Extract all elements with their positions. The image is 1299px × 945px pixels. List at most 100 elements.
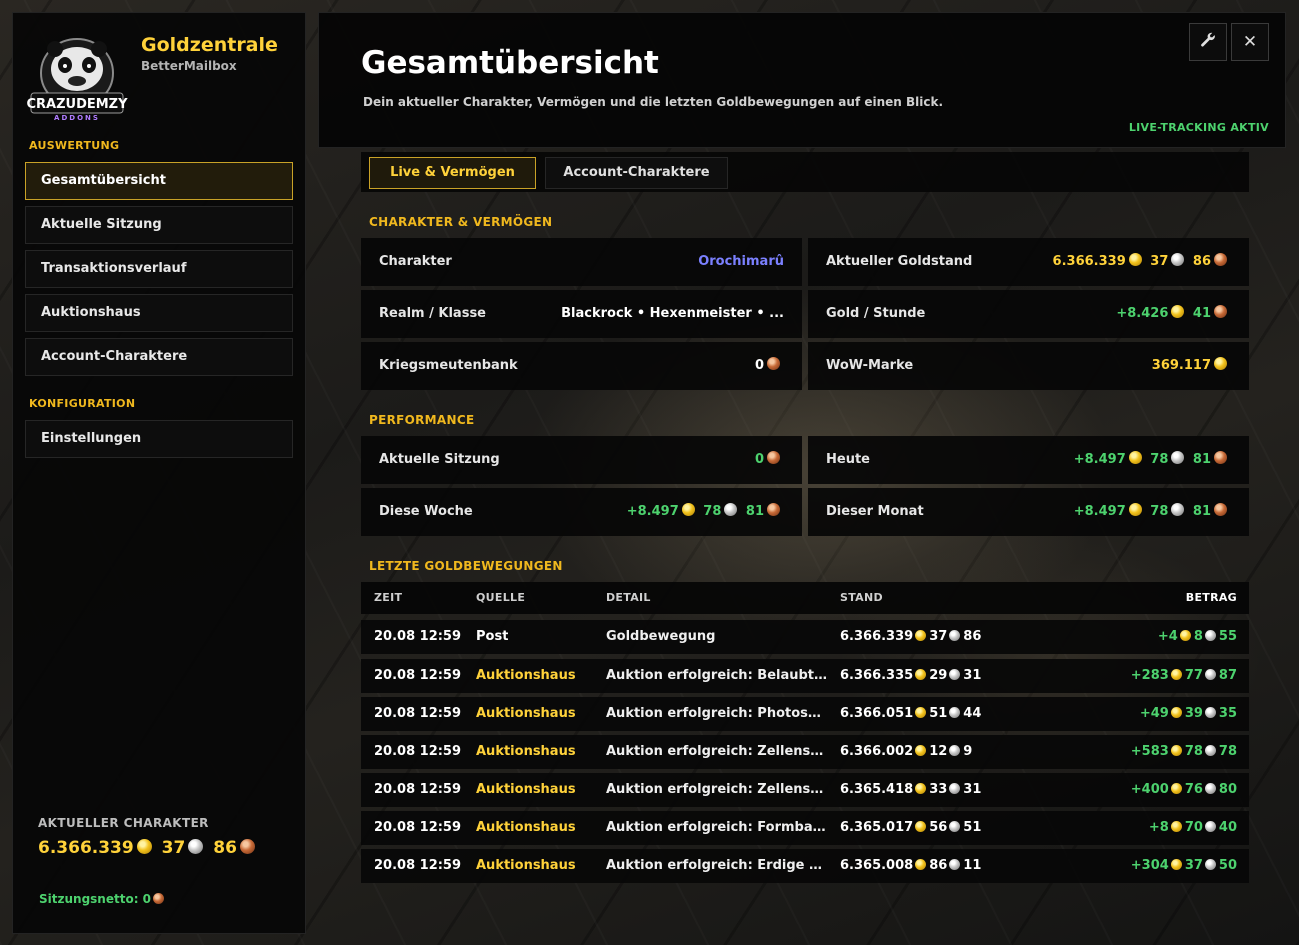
amount-silver: 77 <box>1184 668 1203 683</box>
character-cell: Charakter Orochimarû <box>361 238 802 286</box>
amount-gold: +4 <box>1157 629 1178 644</box>
row-detail: Auktion erfolgreich: Zellenscheibe... <box>606 782 828 797</box>
stand-gold: 6.365.017 <box>840 820 914 835</box>
table-row[interactable]: 20.08 12:59 Auktionshaus Auktion erfolgrei… <box>361 697 1249 731</box>
sidebar-item-transaktionsverlauf[interactable]: Transaktionsverlauf <box>25 250 293 288</box>
week-silver: 78 <box>703 504 722 519</box>
table-row[interactable]: 20.08 12:59 Auktionshaus Auktion erfolgrei… <box>361 811 1249 845</box>
sidebar: CRAZUDEMZY ADDONS Goldzentrale BetterMai… <box>12 12 306 934</box>
row-source: Post <box>476 629 509 644</box>
app-subtitle: BetterMailbox <box>141 59 237 73</box>
copper-coin-icon <box>153 893 165 904</box>
column-header-source[interactable]: QUELLE <box>476 582 525 614</box>
silver-coin-icon <box>949 821 961 832</box>
table-row[interactable]: 20.08 12:59 Post Goldbewegung 6.366.339 37 86… <box>361 620 1249 654</box>
settings-button[interactable] <box>1189 23 1227 61</box>
page-title: Gesamtübersicht <box>361 45 659 81</box>
row-time: 20.08 12:59 <box>374 820 462 835</box>
row-stand: 6.365.418 33 31 <box>840 773 981 807</box>
goldstand-gold: 6.366.339 <box>1052 254 1126 269</box>
table-row[interactable]: 20.08 12:59 Auktionshaus Auktion erfolgrei… <box>361 659 1249 693</box>
table-row[interactable]: 20.08 12:59 Auktionshaus Auktion erfolgrei… <box>361 735 1249 769</box>
column-header-time[interactable]: ZEIT <box>374 582 402 614</box>
sidebar-item-aktuelle-sitzung[interactable]: Aktuelle Sitzung <box>25 206 293 244</box>
current-character-money: 6.366.339 37 86 <box>38 838 259 858</box>
page-header: Gesamtübersicht Dein aktueller Charakter… <box>318 12 1286 148</box>
silver-coin-icon <box>1204 630 1216 641</box>
silver-coin-icon <box>1204 745 1216 756</box>
tab-bar: Live & Vermögen Account-Charaktere <box>361 152 1249 192</box>
section-title-transactions: LETZTE GOLDBEWEGUNGEN <box>369 559 563 573</box>
character-label: Charakter <box>379 254 452 269</box>
sidebar-item-auktionshaus[interactable]: Auktionshaus <box>25 294 293 332</box>
sidebar-item-gesamtuebersicht[interactable]: Gesamtübersicht <box>25 162 293 200</box>
silver-coin-icon <box>1204 669 1216 680</box>
logo-text: CRAZUDEMZY <box>27 97 128 112</box>
stand-silver: 86 <box>929 858 948 873</box>
gold-coin-icon <box>1214 357 1227 370</box>
row-source: Auktionshaus <box>476 820 576 835</box>
silver-coin-icon <box>188 839 204 854</box>
tab-live-vermoegen[interactable]: Live & Vermögen <box>369 157 536 189</box>
session-cell: Aktuelle Sitzung 0 <box>361 436 802 484</box>
today-label: Heute <box>826 452 870 467</box>
table-row[interactable]: 20.08 12:59 Auktionshaus Auktion erfolgrei… <box>361 849 1249 883</box>
amount-silver: 37 <box>1184 858 1203 873</box>
section-title-character: CHARAKTER & VERMÖGEN <box>369 215 553 229</box>
gold-coin-icon <box>1170 821 1182 832</box>
month-label: Dieser Monat <box>826 504 924 519</box>
week-copper: 81 <box>745 504 764 519</box>
character-wealth-grid: Charakter Orochimarû Aktueller Goldstand… <box>361 238 1249 390</box>
logo-subtext: ADDONS <box>54 114 100 122</box>
row-amount: +283 77 87 <box>1131 659 1237 693</box>
sidebar-item-account-charaktere[interactable]: Account-Charaktere <box>25 338 293 376</box>
close-button[interactable]: ✕ <box>1231 23 1269 61</box>
stand-gold: 6.365.008 <box>840 858 914 873</box>
row-source: Auktionshaus <box>476 858 576 873</box>
today-cell: Heute +8.497 78 81 <box>808 436 1249 484</box>
realm-cell: Realm / Klasse Blackrock • Hexenmeister … <box>361 290 802 338</box>
gold-coin-icon <box>1170 745 1182 756</box>
row-amount: +304 37 50 <box>1131 849 1237 883</box>
wow-token-value: 369.117 <box>1152 342 1231 390</box>
row-time: 20.08 12:59 <box>374 629 462 644</box>
row-source: Auktionshaus <box>476 668 576 683</box>
session-label: Aktuelle Sitzung <box>379 452 500 467</box>
silver-coin-icon <box>949 669 961 680</box>
amount-gold: +400 <box>1130 782 1169 797</box>
stand-copper: 86 <box>963 629 982 644</box>
column-header-stand[interactable]: STAND <box>840 582 883 614</box>
copper-coin-icon <box>1214 253 1227 266</box>
amount-gold: +583 <box>1130 744 1169 759</box>
stand-copper: 51 <box>963 820 982 835</box>
goldstand-silver: 37 <box>1150 254 1169 269</box>
row-detail: Auktion erfolgreich: Erdige Beilag... <box>606 858 828 873</box>
month-cell: Dieser Monat +8.497 78 81 <box>808 488 1249 536</box>
table-row[interactable]: 20.08 12:59 Auktionshaus Auktion erfolgrei… <box>361 773 1249 807</box>
column-header-detail[interactable]: DETAIL <box>606 582 651 614</box>
row-time: 20.08 12:59 <box>374 668 462 683</box>
today-gold: +8.497 <box>1073 452 1126 467</box>
warband-bank-value: 0 <box>755 342 784 390</box>
silver-coin-icon <box>949 783 961 794</box>
amount-copper: 50 <box>1218 858 1237 873</box>
silver-coin-icon <box>724 503 738 516</box>
amount-copper: 35 <box>1218 706 1237 721</box>
amount-gold: +49 <box>1139 706 1169 721</box>
copper-coin-icon <box>767 503 780 516</box>
row-amount: +583 78 78 <box>1131 735 1237 769</box>
stand-copper: 44 <box>963 706 982 721</box>
close-icon: ✕ <box>1242 32 1258 52</box>
row-amount: +400 76 80 <box>1131 773 1237 807</box>
row-detail: Auktion erfolgreich: Zellenscheibe... <box>606 744 828 759</box>
amount-copper: 40 <box>1218 820 1237 835</box>
page-description: Dein aktueller Charakter, Vermögen und d… <box>363 95 944 109</box>
session-value: 0 <box>755 436 784 484</box>
amount-gold: +283 <box>1130 668 1169 683</box>
row-time: 20.08 12:59 <box>374 744 462 759</box>
character-name: Orochimarû <box>698 254 784 269</box>
column-header-amount[interactable]: BETRAG <box>1186 582 1237 614</box>
sidebar-item-einstellungen[interactable]: Einstellungen <box>25 420 293 458</box>
stand-silver: 56 <box>929 820 948 835</box>
tab-account-charaktere[interactable]: Account-Charaktere <box>545 157 728 189</box>
